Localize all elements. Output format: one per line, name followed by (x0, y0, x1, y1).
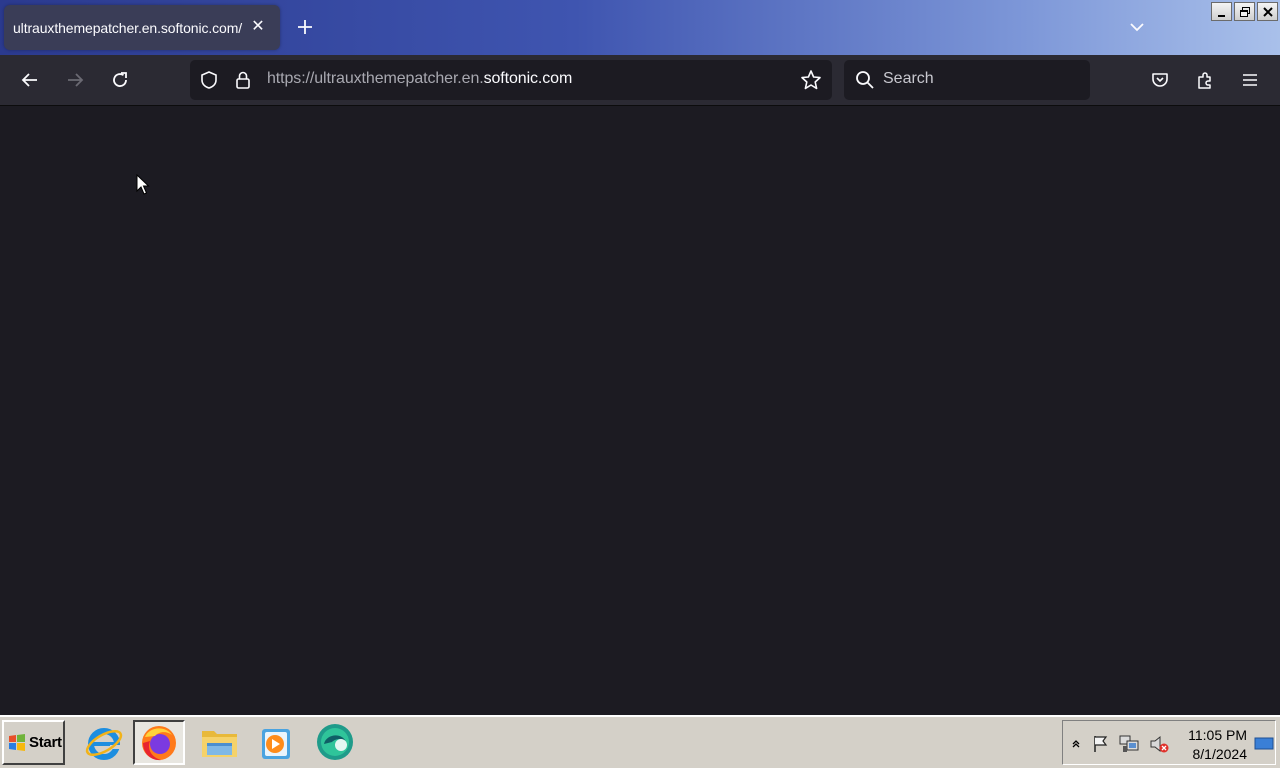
star-icon (801, 70, 821, 90)
minimize-button[interactable] (1211, 2, 1232, 21)
page-content[interactable] (0, 106, 1280, 715)
tab-active[interactable]: ultrauxthemepatcher.en.softonic.com/ ✕ (4, 5, 280, 50)
taskbar-internet-explorer[interactable] (78, 720, 130, 765)
lock-icon (236, 71, 250, 89)
restore-button[interactable] (1234, 2, 1255, 21)
action-center-button[interactable] (1090, 733, 1112, 755)
tracking-protection-button[interactable] (198, 69, 220, 91)
flag-icon (1094, 736, 1108, 752)
plus-icon (298, 20, 312, 34)
new-tab-button[interactable] (294, 16, 316, 38)
pocket-icon (1152, 73, 1168, 87)
navigation-toolbar: https://ultrauxthemepatcher.en.softonic.… (0, 55, 1280, 106)
menu-button[interactable] (1239, 69, 1261, 91)
puzzle-icon (1198, 72, 1211, 89)
windows-logo-icon (9, 733, 25, 751)
start-label: Start (29, 734, 62, 751)
site-info-button[interactable] (232, 69, 254, 91)
taskbar-chat-app[interactable] (309, 720, 361, 765)
clock[interactable]: 11:05 PM 8/1/2024 (1183, 726, 1247, 764)
search-icon (854, 69, 876, 91)
search-bar[interactable]: Search (844, 60, 1090, 100)
volume-muted-icon (1150, 735, 1169, 753)
reload-button[interactable] (109, 69, 131, 91)
clock-date: 8/1/2024 (1192, 746, 1248, 762)
network-button[interactable] (1118, 733, 1140, 755)
clock-time: 11:05 PM (1188, 727, 1247, 743)
network-icon (1119, 735, 1139, 752)
mouse-cursor-icon (136, 174, 150, 195)
taskbar-media-player[interactable] (249, 720, 301, 765)
taskbar: Start 11:05 PM 8/1/2024 (0, 715, 1280, 768)
chevron-up-icon (1072, 740, 1080, 748)
forward-button[interactable] (64, 69, 86, 91)
taskbar-firefox[interactable] (133, 720, 185, 765)
extensions-button[interactable] (1194, 69, 1216, 91)
arrow-left-icon (21, 73, 37, 87)
internet-explorer-icon (85, 727, 123, 760)
reload-icon (113, 72, 127, 87)
tab-title: ultrauxthemepatcher.en.softonic.com/ (13, 19, 243, 36)
pocket-button[interactable] (1149, 69, 1171, 91)
shield-icon (201, 71, 217, 89)
system-tray: 11:05 PM 8/1/2024 (1062, 720, 1276, 765)
volume-button[interactable] (1148, 733, 1170, 755)
firefox-icon (142, 725, 176, 760)
url-text[interactable]: https://ultrauxthemepatcher.en.softonic.… (267, 70, 572, 88)
url-prefix: https://ultrauxthemepatcher.en. (267, 70, 484, 87)
close-window-button[interactable] (1257, 2, 1278, 21)
minimize-icon (1217, 14, 1225, 17)
bookmark-button[interactable] (800, 69, 822, 91)
desktop-icon (1254, 737, 1274, 750)
folder-icon (202, 730, 237, 757)
show-hidden-icons-button[interactable] (1065, 733, 1087, 755)
window-controls (1211, 2, 1278, 21)
tab-strip: ultrauxthemepatcher.en.softonic.com/ ✕ (0, 0, 1280, 55)
url-host: softonic.com (483, 70, 573, 87)
show-desktop-button[interactable] (1253, 733, 1275, 755)
start-button[interactable]: Start (2, 720, 65, 765)
chevron-down-icon (1130, 23, 1144, 32)
close-tab-icon[interactable]: ✕ (248, 17, 268, 37)
hamburger-icon (1243, 74, 1257, 86)
search-placeholder: Search (883, 70, 934, 87)
close-icon (1262, 6, 1273, 17)
address-bar[interactable]: https://ultrauxthemepatcher.en.softonic.… (190, 60, 832, 100)
back-button[interactable] (19, 69, 41, 91)
list-all-tabs-button[interactable] (1126, 16, 1148, 38)
media-player-icon (262, 728, 290, 759)
chat-bubble-icon (317, 723, 353, 760)
taskbar-file-explorer[interactable] (194, 720, 246, 765)
arrow-right-icon (68, 73, 84, 87)
restore-icon (1239, 6, 1250, 17)
